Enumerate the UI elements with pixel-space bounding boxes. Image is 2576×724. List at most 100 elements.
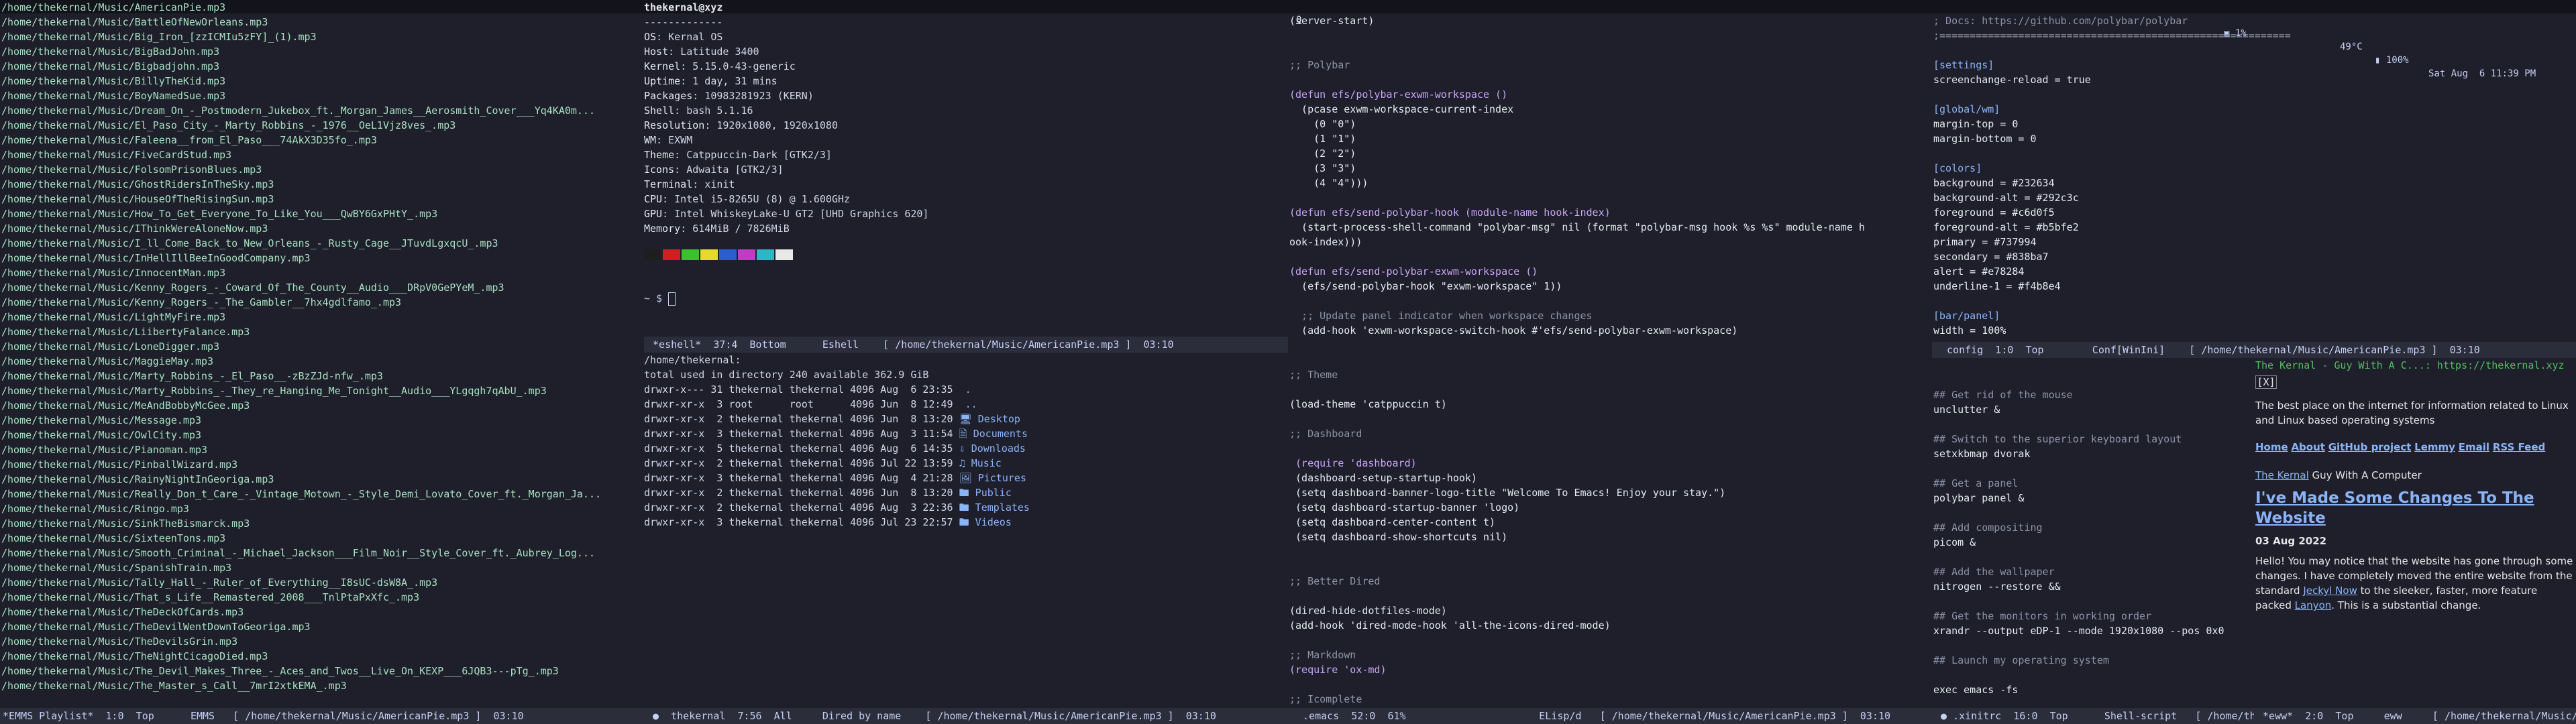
- playlist-item[interactable]: /home/thekernal/Music/SpanishTrain.mp3: [1, 560, 643, 575]
- playlist-item[interactable]: /home/thekernal/Music/FolsomPrisonBlues.…: [1, 162, 643, 177]
- post-link-jeckyl[interactable]: Jeckyl Now: [2303, 585, 2357, 597]
- polybar-config-buffer[interactable]: ; Docs: https://github.com/polybar/polyb…: [1932, 13, 2576, 342]
- fetch-info-row: CPU: Intel i5-8265U (8) @ 1.600GHz: [644, 192, 1287, 206]
- playlist-item[interactable]: /home/thekernal/Music/FiveCardStud.mp3: [1, 147, 643, 162]
- playlist-item[interactable]: /home/thekernal/Music/Pianoman.mp3: [1, 442, 643, 457]
- playlist-item[interactable]: /home/thekernal/Music/The_Devil_Makes_Th…: [1, 664, 643, 678]
- playlist-item[interactable]: /home/thekernal/Music/LiibertyFalance.mp…: [1, 324, 643, 339]
- eshell-buffer[interactable]: thekernal@xyz ------------- OS: Kernal O…: [644, 0, 1288, 337]
- dired-entry[interactable]: drwxr-xr-x 2 thekernal thekernal 4096 Ju…: [644, 412, 1287, 426]
- eww-buffer[interactable]: The Kernal - Guy With A C...: https://th…: [2254, 358, 2576, 708]
- playlist-item[interactable]: /home/thekernal/Music/OwlCity.mp3: [1, 428, 643, 442]
- playlist-item[interactable]: /home/thekernal/Music/How_To_Get_Everyon…: [1, 206, 643, 221]
- brand-link[interactable]: The Kernal: [2255, 469, 2309, 481]
- playlist-item[interactable]: /home/thekernal/Music/Dream_On_-_Postmod…: [1, 103, 643, 118]
- playlist-item[interactable]: /home/thekernal/Music/Marty_Robbins_-_Th…: [1, 383, 643, 398]
- playlist-item[interactable]: /home/thekernal/Music/PinballWizard.mp3: [1, 457, 643, 472]
- fetch-info-label: OS: [644, 31, 657, 43]
- fetch-info-row: Kernel: 5.15.0-43-generic: [644, 59, 1287, 74]
- playlist-item[interactable]: /home/thekernal/Music/SixteenTons.mp3: [1, 531, 643, 546]
- dired-entry[interactable]: drwxr-xr-x 2 thekernal thekernal 4096 Ju…: [644, 485, 1287, 500]
- playlist-item[interactable]: /home/thekernal/Music/BoyNamedSue.mp3: [1, 88, 643, 103]
- dired-links: 3: [710, 472, 723, 484]
- emacs-config-buffer[interactable]: (server-start) ;; Polybar (defun efs/polyb…: [1288, 13, 1932, 708]
- playlist-item[interactable]: /home/thekernal/Music/LoneDigger.mp3: [1, 339, 643, 354]
- code-line: underline-1 = #f4b8e4: [1933, 280, 2061, 292]
- playlist-item[interactable]: /home/thekernal/Music/BigBadJohn.mp3: [1, 44, 643, 59]
- dired-entry[interactable]: drwxr-xr-x 3 thekernal thekernal 4096 Ju…: [644, 515, 1287, 530]
- playlist-item[interactable]: /home/thekernal/Music/Really_Don_t_Care_…: [1, 487, 643, 501]
- playlist-item[interactable]: /home/thekernal/Music/Big_Iron_[zzICMIu5…: [1, 29, 643, 44]
- fetch-info-colon: :: [656, 134, 669, 146]
- eshell-window[interactable]: thekernal@xyz ------------- OS: Kernal O…: [644, 0, 1288, 353]
- dired-date: Jun 8 13:20: [880, 487, 953, 499]
- playlist-item[interactable]: /home/thekernal/Music/LightMyFire.mp3: [1, 310, 643, 324]
- eshell-prompt[interactable]: ~ $: [644, 291, 1287, 306]
- playlist-item[interactable]: /home/thekernal/Music/SinkTheBismarck.mp…: [1, 516, 643, 531]
- nav-link[interactable]: RSS Feed: [2493, 441, 2545, 453]
- playlist-item[interactable]: /home/thekernal/Music/El_Paso_City_-_Mar…: [1, 118, 643, 133]
- code-line: background = #232634: [1933, 177, 2055, 189]
- playlist-item[interactable]: /home/thekernal/Music/Kenny_Rogers_-_Cow…: [1, 280, 643, 295]
- playlist-item[interactable]: /home/thekernal/Music/HouseOfTheRisingSu…: [1, 192, 643, 206]
- dired-entry[interactable]: drwxr-xr-x 3 root root 4096 Jun 8 12:49 …: [644, 397, 1287, 412]
- dired-entry[interactable]: drwxr-xr-x 3 thekernal thekernal 4096 Au…: [644, 426, 1287, 441]
- eww-window[interactable]: The Kernal - Guy With A C...: https://th…: [2254, 358, 2576, 724]
- playlist-item[interactable]: /home/thekernal/Music/Bigbadjohn.mp3: [1, 59, 643, 74]
- playlist-item[interactable]: /home/thekernal/Music/GhostRidersInTheSk…: [1, 177, 643, 192]
- xinitrc-buffer[interactable]: ## Get rid of the mouse unclutter & ## Swi…: [1932, 358, 2254, 708]
- fetch-info-colon: :: [692, 178, 705, 190]
- playlist-item[interactable]: /home/thekernal/Music/Tally_Hall_-_Ruler…: [1, 575, 643, 590]
- polybar-config-window[interactable]: ; Docs: https://github.com/polybar/polyb…: [1932, 0, 2576, 358]
- playlist-item[interactable]: /home/thekernal/Music/InnocentMan.mp3: [1, 265, 643, 280]
- post-title[interactable]: I've Made Some Changes To The Website: [2255, 488, 2575, 528]
- playlist-item[interactable]: /home/thekernal/Music/Smooth_Criminal_-_…: [1, 546, 643, 560]
- playlist-item[interactable]: /home/thekernal/Music/Marty_Robbins_-_El…: [1, 369, 643, 383]
- fetch-info-value: xinit: [704, 178, 735, 190]
- dired-entry[interactable]: drwxr-x--- 31 thekernal thekernal 4096 A…: [644, 382, 1287, 397]
- playlist-item[interactable]: /home/thekernal/Music/Faleena__from_El_P…: [1, 133, 643, 147]
- dired-window[interactable]: /home/thekernal: total used in directory…: [644, 353, 1288, 724]
- playlist-item[interactable]: /home/thekernal/Music/BillyTheKid.mp3: [1, 74, 643, 88]
- playlist-item[interactable]: /home/thekernal/Music/TheDeckOfCards.mp3: [1, 605, 643, 619]
- nav-link[interactable]: GitHub project: [2328, 441, 2412, 453]
- emms-playlist-buffer[interactable]: /home/thekernal/Music/AmericanPie.mp3/ho…: [0, 0, 644, 708]
- color-swatch: [738, 249, 755, 260]
- code-line: (defun efs/send-polybar-hook (module-nam…: [1289, 206, 1611, 219]
- dired-buffer[interactable]: /home/thekernal: total used in directory…: [644, 353, 1288, 708]
- dired-entry[interactable]: drwxr-xr-x 5 thekernal thekernal 4096 Au…: [644, 441, 1287, 456]
- playlist-item[interactable]: /home/thekernal/Music/The_Master_s_Call_…: [1, 678, 643, 693]
- emms-modeline: *EMMS Playlist* 1:0 Top EMMS [ /home/the…: [0, 708, 644, 724]
- nav-link[interactable]: About: [2291, 441, 2325, 453]
- dired-entry[interactable]: drwxr-xr-x 2 thekernal thekernal 4096 Ju…: [644, 456, 1287, 471]
- playlist-item[interactable]: /home/thekernal/Music/TheNightCicagoDied…: [1, 649, 643, 664]
- playlist-item[interactable]: /home/thekernal/Music/Ringo.mp3: [1, 501, 643, 516]
- dired-perm: drwxr-xr-x: [644, 442, 705, 455]
- dired-entry[interactable]: drwxr-xr-x 3 thekernal thekernal 4096 Au…: [644, 471, 1287, 485]
- playlist-item[interactable]: /home/thekernal/Music/Kenny_Rogers_-_The…: [1, 295, 643, 310]
- code-line: (start-process-shell-command "polybar-ms…: [1289, 221, 1865, 233]
- nav-link[interactable]: Lemmy: [2414, 441, 2455, 453]
- emacs-config-window[interactable]: (server-start) ;; Polybar (defun efs/polyb…: [1288, 0, 1932, 724]
- emms-playlist-window[interactable]: /home/thekernal/Music/AmericanPie.mp3/ho…: [0, 0, 644, 724]
- playlist-item[interactable]: /home/thekernal/Music/AmericanPie.mp3: [1, 0, 643, 15]
- playlist-item[interactable]: /home/thekernal/Music/That_s_Life__Remas…: [1, 590, 643, 605]
- playlist-item[interactable]: /home/thekernal/Music/MaggieMay.mp3: [1, 354, 643, 369]
- nav-link[interactable]: Home: [2255, 441, 2288, 453]
- xinitrc-window[interactable]: ## Get rid of the mouse unclutter & ## Swi…: [1932, 358, 2254, 724]
- playlist-item[interactable]: /home/thekernal/Music/IThinkWereAloneNow…: [1, 221, 643, 236]
- playlist-item[interactable]: /home/thekernal/Music/InHellIllBeeInGood…: [1, 251, 643, 265]
- dired-date: Jul 22 13:59: [880, 457, 953, 469]
- playlist-item[interactable]: /home/thekernal/Music/MeAndBobbyMcGee.mp…: [1, 398, 643, 413]
- playlist-item[interactable]: /home/thekernal/Music/TheDevilWentDownTo…: [1, 619, 643, 634]
- dired-entry[interactable]: drwxr-xr-x 2 thekernal thekernal 4096 Au…: [644, 500, 1287, 515]
- post-link-lanyon[interactable]: Lanyon: [2295, 599, 2332, 611]
- nav-link[interactable]: Email: [2459, 441, 2489, 453]
- fetch-info-list: OS: Kernal OS Host: Latitude 3400 Kernel: …: [644, 29, 1287, 236]
- playlist-item[interactable]: /home/thekernal/Music/BattleOfNewOrleans…: [1, 15, 643, 29]
- playlist-item[interactable]: /home/thekernal/Music/I_ll_Come_Back_to_…: [1, 236, 643, 251]
- playlist-item[interactable]: /home/thekernal/Music/RainyNightInGeorig…: [1, 472, 643, 487]
- dired-links: 31: [710, 383, 723, 396]
- playlist-item[interactable]: /home/thekernal/Music/Message.mp3: [1, 413, 643, 428]
- playlist-item[interactable]: /home/thekernal/Music/TheDevilsGrin.mp3: [1, 634, 643, 649]
